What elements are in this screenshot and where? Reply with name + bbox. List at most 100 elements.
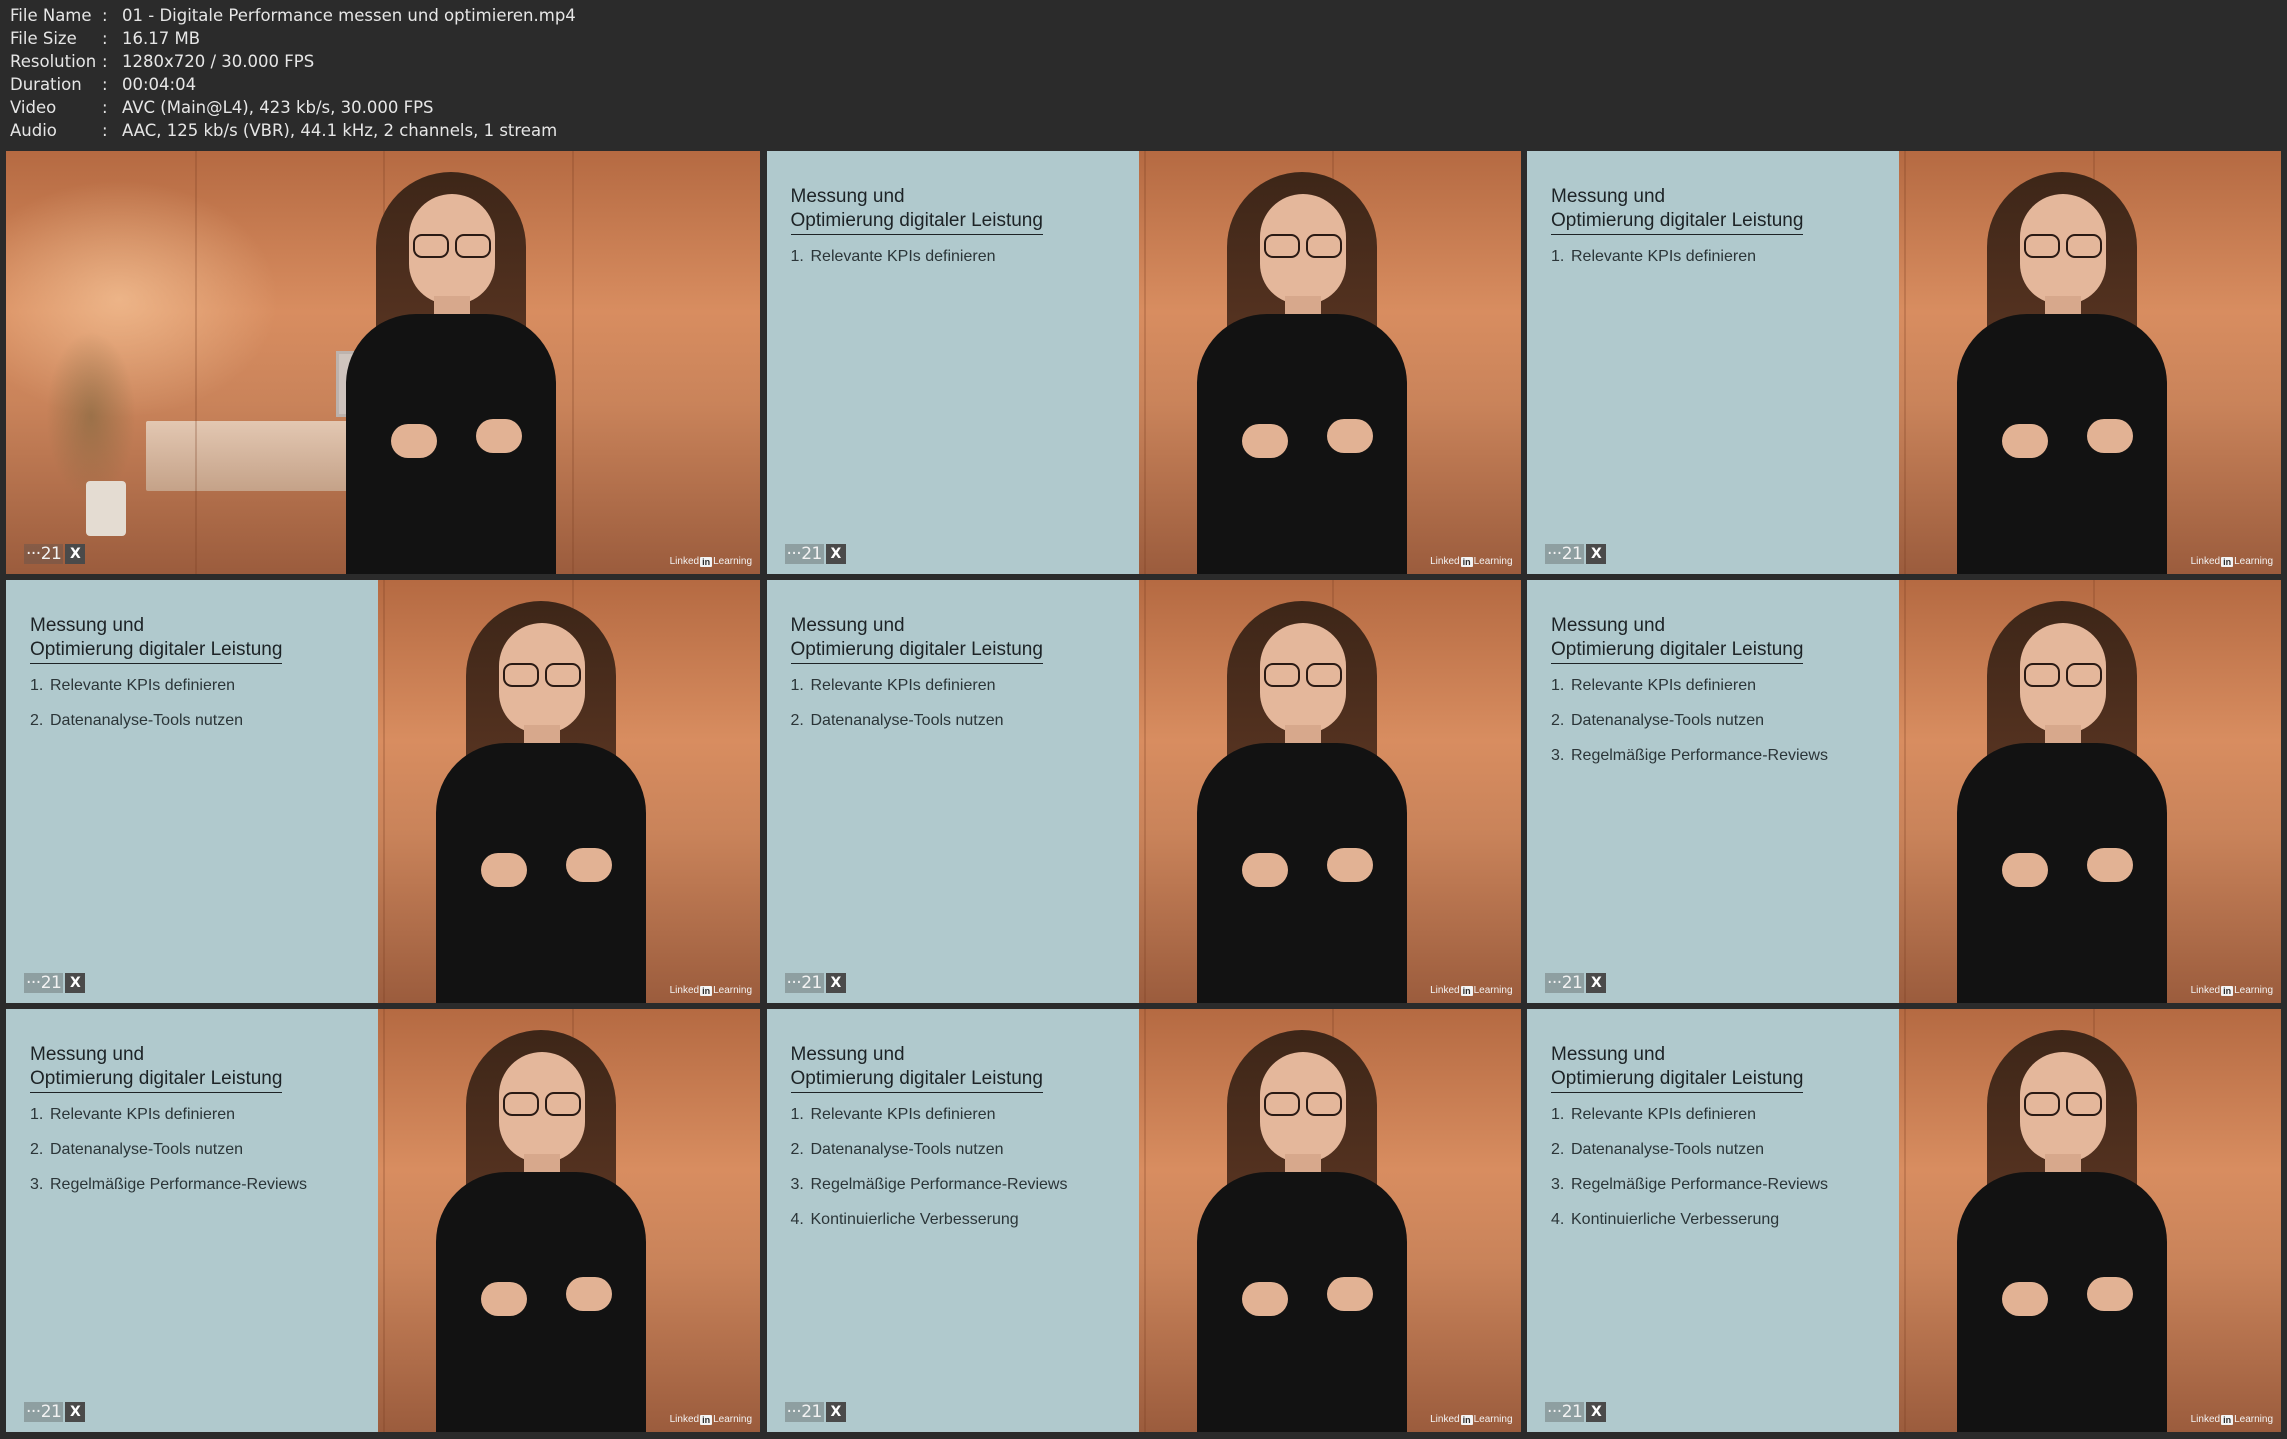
wall-panel-line [1143, 151, 1146, 574]
slide-panel: Messung und Optimierung digitaler Leistun… [766, 1009, 1139, 1432]
wall-panel-line [194, 151, 197, 574]
slide-title-line2: Optimierung digitaler Leistung [1551, 638, 1804, 664]
slide-list-item: 1. Relevante KPIs definieren [790, 248, 996, 265]
slide-list: 1. Relevante KPIs definieren [791, 247, 996, 282]
slide-list: 1. Relevante KPIs definieren 2. Datenanalys… [791, 1105, 1068, 1245]
plant [46, 331, 136, 501]
x21-logo-badge: ···21 X [784, 543, 846, 565]
slide-list-item: 1. Relevante KPIs definieren [1551, 1106, 1756, 1123]
slide-title-line2: Optimierung digitaler Leistung [1551, 209, 1804, 235]
linkedin-learning-logo: Linked in Learning [1430, 1414, 1513, 1425]
slide-title-line2: Optimierung digitaler Leistung [30, 1067, 283, 1093]
glasses-icon [2024, 234, 2102, 258]
presenter-hand [1326, 419, 1373, 453]
file-info: File Name:01 - Digitale Performance mess… [10, 4, 576, 142]
wall-panel-line [1904, 580, 1906, 1003]
slide-title-line1: Messung und [1551, 615, 1666, 636]
glasses-icon [413, 234, 491, 258]
slide-title: Messung und Optimierung digitaler Leistun… [30, 1043, 283, 1093]
wall-panel-line [1904, 151, 1906, 574]
slide-list: 1. Relevante KPIs definieren 2. Datenanalys… [1551, 1105, 1828, 1245]
video-thumbnail[interactable]: Messung und Optimierung digitaler Leistun… [6, 580, 760, 1003]
x21-logo-badge: ···21 X [24, 543, 86, 565]
slide-list-item: 1. Relevante KPIs definieren [1551, 677, 1756, 694]
slide-list-item: 4. Kontinuierliche Verbesserung [1551, 1211, 1780, 1228]
linkedin-learning-logo: Linked in Learning [669, 556, 752, 567]
x21-logo-badge: ···21 X [1545, 543, 1607, 565]
slide-list-item: 1. Relevante KPIs definieren [30, 1106, 235, 1123]
slide-list: 1. Relevante KPIs definieren 2. Datenanalys… [791, 676, 1004, 746]
linkedin-learning-logo: Linked in Learning [669, 1414, 752, 1425]
slide-title-line2: Optimierung digitaler Leistung [790, 209, 1043, 235]
slide-title-line1: Messung und [790, 615, 905, 636]
slide-title: Messung und Optimierung digitaler Leistun… [790, 614, 1043, 664]
video-thumbnail[interactable]: Messung und Optimierung digitaler Leistun… [766, 580, 1521, 1003]
slide-list-item: 2. Datenanalyse-Tools nutzen [30, 1141, 244, 1158]
wall-panel-line [383, 580, 385, 1003]
presenter-body [1957, 1172, 2167, 1432]
slide-list-item: 3. Regelmäßige Performance-Reviews [790, 1176, 1068, 1193]
slide-panel: Messung und Optimierung digitaler Leistun… [6, 580, 378, 1003]
slide-title-line2: Optimierung digitaler Leistung [30, 638, 283, 664]
slide-title-line2: Optimierung digitaler Leistung [790, 638, 1043, 664]
presenter-body [1957, 743, 2167, 1003]
video-thumbnail[interactable]: Messung und Optimierung digitaler Leistun… [1527, 151, 2281, 574]
presenter-hand [1241, 1282, 1288, 1316]
slide-title-line1: Messung und [30, 1044, 145, 1065]
video-thumbnail[interactable]: Messung und Optimierung digitaler Leistun… [1527, 580, 2281, 1003]
video-thumbnail[interactable]: Messung und Optimierung digitaler Leistun… [1527, 1009, 2281, 1432]
glasses-icon [503, 1092, 581, 1116]
slide-title: Messung und Optimierung digitaler Leistun… [790, 185, 1043, 235]
presenter-hand [1241, 424, 1288, 458]
slide-list-item: 2. Datenanalyse-Tools nutzen [790, 1141, 1004, 1158]
x21-logo-badge: ···21 X [784, 1401, 846, 1423]
slide-panel: Messung und Optimierung digitaler Leistun… [766, 151, 1139, 574]
presenter-hand [1326, 1277, 1373, 1311]
slide-panel: Messung und Optimierung digitaler Leistun… [766, 580, 1139, 1003]
presenter-hand [481, 853, 527, 887]
presenter [306, 164, 606, 574]
slide-list-item: 4. Kontinuierliche Verbesserung [790, 1211, 1019, 1228]
glasses-icon [503, 663, 581, 687]
slide-title-line1: Messung und [1551, 1044, 1666, 1065]
x21-logo-badge: ···21 X [1545, 972, 1607, 994]
slide-list-item: 3. Regelmäßige Performance-Reviews [1551, 747, 1828, 764]
presenter-hand [1241, 853, 1288, 887]
slide-list-item: 1. Relevante KPIs definieren [790, 677, 996, 694]
video-thumbnail[interactable]: Messung und Optimierung digitaler Leistun… [766, 1009, 1521, 1432]
slide-list: 1. Relevante KPIs definieren [1551, 247, 1756, 282]
presenter-hand [566, 848, 612, 882]
video-thumbnail[interactable]: ···21 X Linked in Learning [6, 151, 760, 574]
file-info-row: File Name:01 - Digitale Performance mess… [10, 6, 576, 25]
slide-list-item: 1. Relevante KPIs definieren [1551, 248, 1756, 265]
presenter [1917, 593, 2217, 1003]
presenter-hand [2002, 424, 2048, 458]
slide-list: 1. Relevante KPIs definieren 2. Datenanalys… [30, 1105, 307, 1210]
presenter-hand [2002, 853, 2048, 887]
presenter-hand [2002, 1282, 2048, 1316]
glasses-icon [1263, 1092, 1342, 1116]
presenter-hand [476, 419, 522, 453]
slide-title: Messung und Optimierung digitaler Leistun… [1551, 614, 1804, 664]
presenter-hand [2087, 1277, 2133, 1311]
x21-logo-badge: ···21 X [1545, 1401, 1607, 1423]
file-info-row: Video: AVC (Main@L4), 423 kb/s, 30.000 FP… [10, 98, 434, 117]
linkedin-learning-logo: Linked in Learning [2190, 556, 2273, 567]
presenter-body [436, 743, 646, 1003]
slide-title-line1: Messung und [1551, 186, 1666, 207]
presenter-hand [566, 1277, 612, 1311]
slide-title-line1: Messung und [30, 615, 145, 636]
video-thumbnail[interactable]: Messung und Optimierung digitaler Leistun… [6, 1009, 760, 1432]
video-thumbnail[interactable]: Messung und Optimierung digitaler Leistun… [766, 151, 1521, 574]
file-info-row: Audio: AAC, 125 kb/s (VBR), 44.1 kHz, 2 c… [10, 121, 558, 140]
x21-logo-badge: ···21 X [24, 972, 86, 994]
linkedin-learning-logo: Linked in Learning [2190, 1414, 2273, 1425]
presenter [1917, 1022, 2217, 1432]
presenter-body [436, 1172, 646, 1432]
presenter-body [1196, 314, 1407, 574]
slide-title-line1: Messung und [790, 186, 905, 207]
slide-list: 1. Relevante KPIs definieren 2. Datenanalys… [30, 676, 243, 746]
file-info-row: File Size:16.17 MB [10, 29, 201, 48]
slide-list-item: 1. Relevante KPIs definieren [790, 1106, 996, 1123]
slide-list-item: 2. Datenanalyse-Tools nutzen [30, 712, 244, 729]
